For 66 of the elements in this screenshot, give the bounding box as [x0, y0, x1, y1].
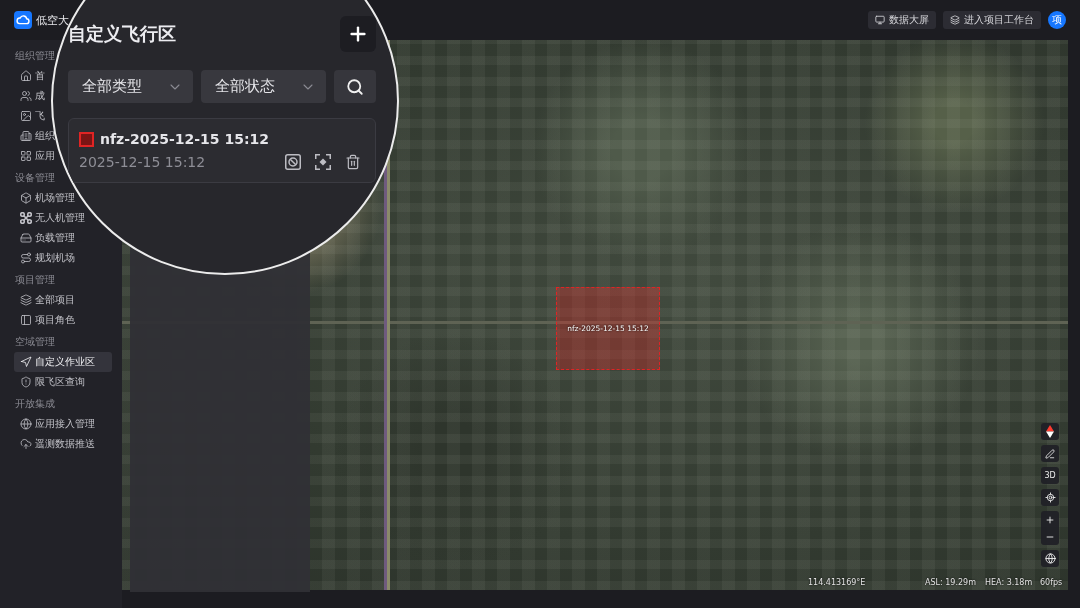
zone-card[interactable]: nfz-2025-12-15 15:12 2025-12-15 15:12 — [68, 118, 376, 183]
zone-date: 2025-12-15 15:12 — [79, 154, 206, 170]
add-button[interactable] — [340, 16, 376, 52]
sidebar-group-title: 项目管理 — [14, 273, 55, 287]
search-button[interactable] — [334, 70, 376, 103]
zone-name: nfz-2025-12-15 15:12 — [100, 131, 269, 147]
layers-icon — [20, 294, 32, 306]
compass-icon — [1046, 425, 1054, 438]
sidebar-item[interactable]: 限飞区查询 — [14, 372, 85, 392]
locate-button[interactable] — [1041, 489, 1059, 506]
sidebar-item[interactable]: 组织 — [14, 126, 55, 146]
compass-button[interactable] — [1041, 423, 1059, 440]
pen-icon — [1045, 448, 1055, 459]
sidebar-item[interactable]: 项目角色 — [14, 310, 75, 330]
app-name: 低空大 — [36, 12, 69, 28]
navigation-icon — [20, 356, 32, 368]
panel-icon — [20, 314, 32, 326]
layers-icon — [950, 15, 960, 25]
sidebar-item[interactable]: 全部项目 — [14, 290, 75, 310]
drone-icon — [20, 212, 32, 224]
building-icon — [20, 130, 32, 142]
filter-select[interactable]: 全部类型 — [68, 70, 193, 103]
monitor-icon — [875, 15, 885, 25]
sidebar-item[interactable]: 应用接入管理 — [14, 414, 95, 434]
sidebar-group-title: 设备管理 — [14, 171, 55, 185]
search-icon — [346, 77, 364, 96]
sidebar-group-title: 空域管理 — [14, 335, 55, 349]
measure-button[interactable] — [1041, 445, 1059, 462]
longitude-readout: 114.413169°E — [808, 578, 866, 587]
cloud-logo-icon — [14, 11, 32, 29]
globe-icon — [1044, 553, 1056, 564]
delete-button[interactable] — [345, 154, 361, 170]
globe-icon — [20, 418, 32, 430]
focus-icon — [315, 154, 331, 170]
image-icon — [20, 110, 32, 122]
panel-title: 自定义飞行区 — [68, 23, 176, 46]
box-icon — [20, 192, 32, 204]
view-mode-button[interactable]: 3D — [1041, 467, 1059, 484]
frame-rate-readout: 60fps — [1040, 578, 1063, 587]
sidebar-item[interactable]: 遥测数据推送 — [14, 434, 95, 454]
filter-select[interactable]: 全部状态 — [201, 70, 326, 103]
sidebar-item[interactable]: 首 — [14, 66, 45, 86]
header-button[interactable]: 进入项目工作台 — [943, 11, 1041, 29]
disable-icon — [285, 154, 301, 170]
drive-icon — [20, 232, 32, 244]
route-icon — [20, 252, 32, 264]
height-readout: HEA: 3.18m — [985, 578, 1033, 587]
globe-button[interactable] — [1041, 550, 1059, 567]
sidebar-group-title: 组织管理 — [14, 49, 55, 63]
trash-icon — [345, 154, 361, 170]
cloud-upload-icon — [20, 438, 32, 450]
altitude-readout: ASL: 19.29m — [925, 578, 976, 587]
shield-icon — [20, 376, 32, 388]
home-icon — [20, 70, 32, 82]
user-avatar[interactable]: 项 — [1048, 11, 1066, 29]
users-icon — [20, 90, 32, 102]
sidebar-group-title: 开放集成 — [14, 397, 55, 411]
grid-icon — [20, 150, 32, 162]
focus-button[interactable] — [315, 154, 331, 170]
plus-icon — [1045, 514, 1055, 525]
sidebar-item[interactable]: 自定义作业区 — [14, 352, 112, 372]
header-button[interactable]: 数据大屏 — [868, 11, 936, 29]
locate-icon — [1044, 492, 1056, 503]
sidebar-item[interactable]: 飞 — [14, 106, 45, 126]
disable-button[interactable] — [285, 154, 301, 170]
sidebar-item[interactable]: 成 — [14, 86, 45, 106]
